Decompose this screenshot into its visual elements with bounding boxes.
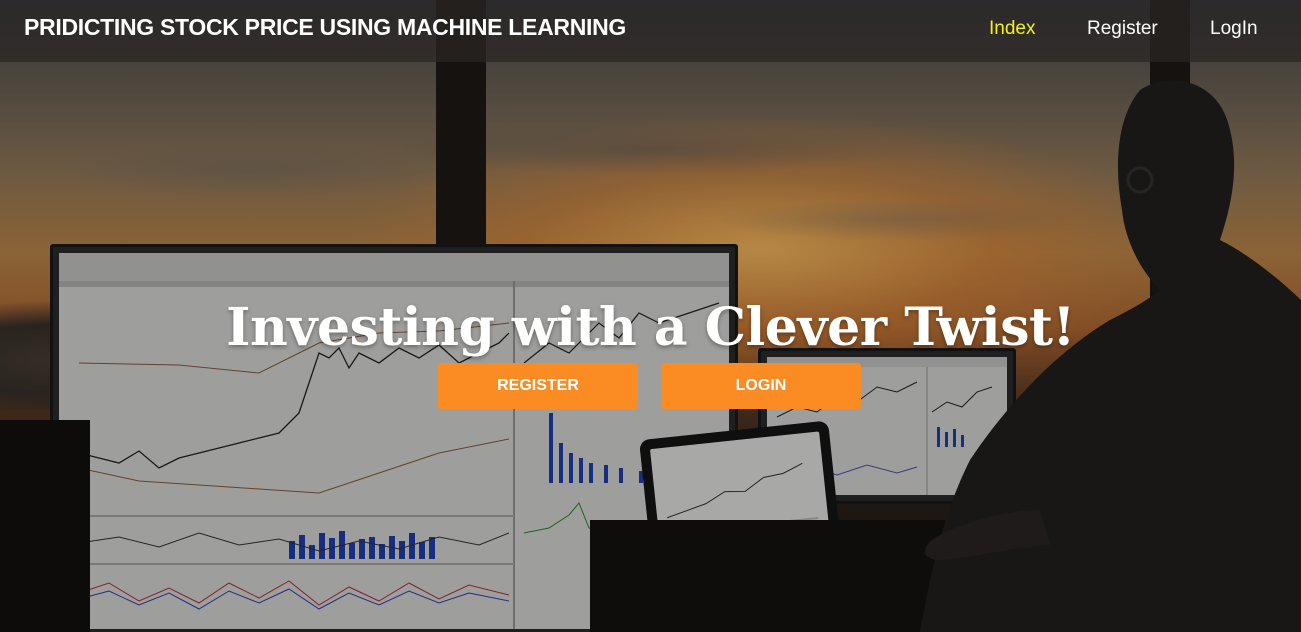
register-button[interactable]: REGISTER xyxy=(438,363,638,409)
hero-title: Investing with a Clever Twist! xyxy=(226,296,1075,358)
nav-link-login[interactable]: LogIn xyxy=(1210,18,1258,40)
login-button[interactable]: LOGIN xyxy=(661,363,861,409)
nav-link-index[interactable]: Index xyxy=(989,18,1035,40)
site-brand[interactable]: PRIDICTING STOCK PRICE USING MACHINE LEA… xyxy=(24,14,626,41)
nav-link-register[interactable]: Register xyxy=(1087,18,1158,40)
navbar: PRIDICTING STOCK PRICE USING MACHINE LEA… xyxy=(0,0,1301,62)
